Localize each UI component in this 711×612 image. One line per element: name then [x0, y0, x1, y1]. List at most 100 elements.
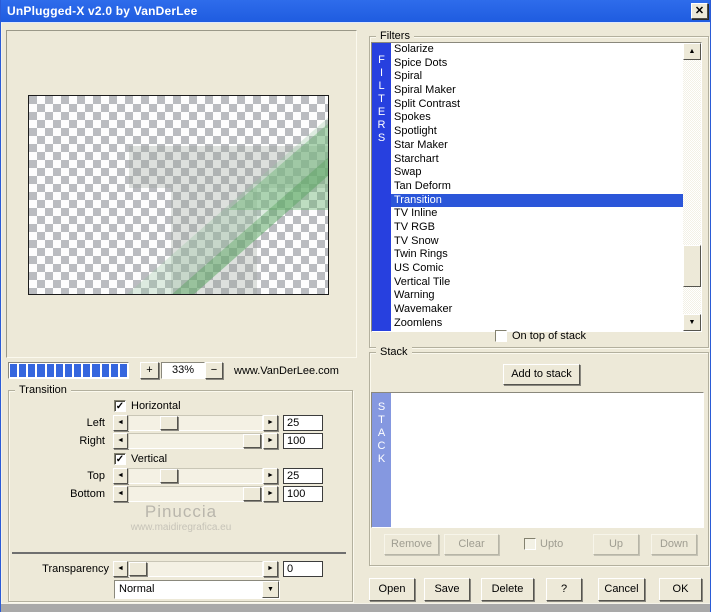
scroll-up-icon[interactable]: ▲	[683, 43, 701, 60]
filters-list-container: FILTERS Solarize Spice Dots Spiral Spiral M…	[371, 42, 702, 332]
left-label: Left	[86, 417, 105, 429]
save-button[interactable]: Save	[424, 578, 470, 601]
progress-segment	[28, 364, 36, 377]
progress-segment	[37, 364, 45, 377]
on-top-of-stack-checkbox[interactable]	[495, 330, 507, 342]
left-value[interactable]: 25	[283, 415, 323, 431]
filter-list-item[interactable]: Star Maker	[391, 139, 683, 153]
filter-list-item[interactable]: Transition	[391, 193, 683, 208]
blend-mode-dropdown[interactable]: Normal ▼	[114, 580, 280, 599]
filter-list-item[interactable]: TV Snow	[391, 235, 683, 249]
filter-list-item[interactable]: Tan Deform	[391, 180, 683, 194]
zoom-in-button[interactable]: +	[140, 362, 159, 379]
filter-list-item[interactable]: Spice Dots	[391, 57, 683, 71]
filter-list-item[interactable]: Solarize	[391, 43, 683, 57]
progress-segment	[55, 364, 63, 377]
transparency-left-arrow[interactable]: ◄	[113, 561, 128, 577]
top-label: Top	[87, 470, 105, 482]
add-to-stack-button[interactable]: Add to stack	[503, 364, 580, 385]
progress-segment	[101, 364, 109, 377]
scroll-down-icon[interactable]: ▼	[683, 314, 701, 331]
filter-list-item[interactable]: Wavemaker	[391, 303, 683, 317]
close-icon[interactable]: ✕	[691, 3, 708, 19]
progress-segment	[83, 364, 91, 377]
stack-group-label: Stack	[376, 345, 412, 359]
side-label-letter: L	[378, 80, 385, 92]
up-button: Up	[593, 534, 639, 555]
titlebar[interactable]: UnPlugged-X v2.0 by VanDerLee ✕	[1, 0, 710, 22]
top-left-arrow[interactable]: ◄	[113, 468, 128, 484]
filter-list-item[interactable]: Split Contrast	[391, 98, 683, 112]
filter-list-item[interactable]: TV RGB	[391, 221, 683, 235]
right-slider-thumb[interactable]	[243, 434, 262, 448]
blend-mode-value: Normal	[119, 583, 155, 595]
progress-segment	[119, 364, 128, 377]
progress-segment	[110, 364, 118, 377]
watermark-name: Pinuccia	[144, 502, 218, 521]
remove-button: Remove	[384, 534, 439, 555]
top-right-arrow[interactable]: ►	[263, 468, 278, 484]
filter-list-item[interactable]: Spokes	[391, 111, 683, 125]
filter-list-item[interactable]: Spiral Maker	[391, 84, 683, 98]
transparency-slider-thumb[interactable]	[129, 562, 147, 576]
watermark-site: www.maidiregrafica.eu	[130, 522, 232, 533]
top-slider-thumb[interactable]	[159, 469, 178, 483]
bottom-slider[interactable]	[128, 486, 263, 502]
filter-list-item[interactable]: TV Inline	[391, 207, 683, 221]
filter-list-item[interactable]: Spiral	[391, 70, 683, 84]
filter-list-item[interactable]: US Comic	[391, 262, 683, 276]
bottom-right-arrow[interactable]: ►	[263, 486, 278, 502]
horizontal-checkbox-label: Horizontal	[131, 400, 181, 412]
horizontal-checkbox[interactable]: ✓	[114, 400, 126, 412]
progress-segment	[92, 364, 100, 377]
zoom-out-button[interactable]: −	[205, 362, 223, 379]
filters-group-label: Filters	[376, 29, 414, 43]
progress-segment	[74, 364, 82, 377]
filters-scrollbar[interactable]: ▲ ▼	[683, 43, 701, 331]
left-left-arrow[interactable]: ◄	[113, 415, 128, 431]
filters-list[interactable]: Solarize Spice Dots Spiral Spiral Maker Spli…	[391, 43, 683, 331]
filter-list-item[interactable]: Warning	[391, 289, 683, 303]
ok-button[interactable]: OK	[659, 578, 702, 601]
help-button[interactable]: ?	[546, 578, 582, 601]
side-label-letter: K	[377, 453, 386, 465]
right-right-arrow[interactable]: ►	[263, 433, 278, 449]
delete-button[interactable]: Delete	[481, 578, 534, 601]
filter-list-item[interactable]: Starchart	[391, 153, 683, 167]
side-label-letter: T	[378, 93, 385, 105]
filter-list-item[interactable]: Vertical Tile	[391, 276, 683, 290]
preview-image[interactable]	[28, 95, 329, 295]
side-label-letter: S	[377, 401, 386, 413]
left-slider-thumb[interactable]	[159, 416, 178, 430]
scrollbar-thumb[interactable]	[683, 245, 701, 287]
transparency-right-arrow[interactable]: ►	[263, 561, 278, 577]
stack-side-label: STACK	[372, 393, 391, 527]
filter-list-item[interactable]: Swap	[391, 166, 683, 180]
right-slider[interactable]	[128, 433, 263, 449]
right-value[interactable]: 100	[283, 433, 323, 449]
transparency-slider[interactable]	[128, 561, 263, 577]
cancel-button[interactable]: Cancel	[598, 578, 645, 601]
upto-checkbox-label: Upto	[540, 538, 564, 550]
right-left-arrow[interactable]: ◄	[113, 433, 128, 449]
left-slider[interactable]	[128, 415, 263, 431]
right-label: Right	[79, 435, 105, 447]
top-value[interactable]: 25	[283, 468, 323, 484]
vendor-link[interactable]: www.VanDerLee.com	[234, 365, 339, 377]
bottom-value[interactable]: 100	[283, 486, 323, 502]
transparency-value[interactable]: 0	[283, 561, 323, 577]
upto-checkbox	[524, 538, 536, 550]
filter-list-item[interactable]: Spotlight	[391, 125, 683, 139]
bottom-left-arrow[interactable]: ◄	[113, 486, 128, 502]
down-button: Down	[651, 534, 697, 555]
vertical-checkbox[interactable]: ✓	[114, 453, 126, 465]
top-slider[interactable]	[128, 468, 263, 484]
stack-list[interactable]	[391, 393, 703, 527]
chevron-down-icon[interactable]: ▼	[262, 581, 279, 598]
side-label-letter: F	[378, 54, 385, 66]
bottom-slider-thumb[interactable]	[243, 487, 262, 501]
filter-list-item[interactable]: Twin Rings	[391, 248, 683, 262]
left-right-arrow[interactable]: ►	[263, 415, 278, 431]
open-button[interactable]: Open	[369, 578, 415, 601]
on-top-of-stack-label: On top of stack	[512, 330, 586, 342]
